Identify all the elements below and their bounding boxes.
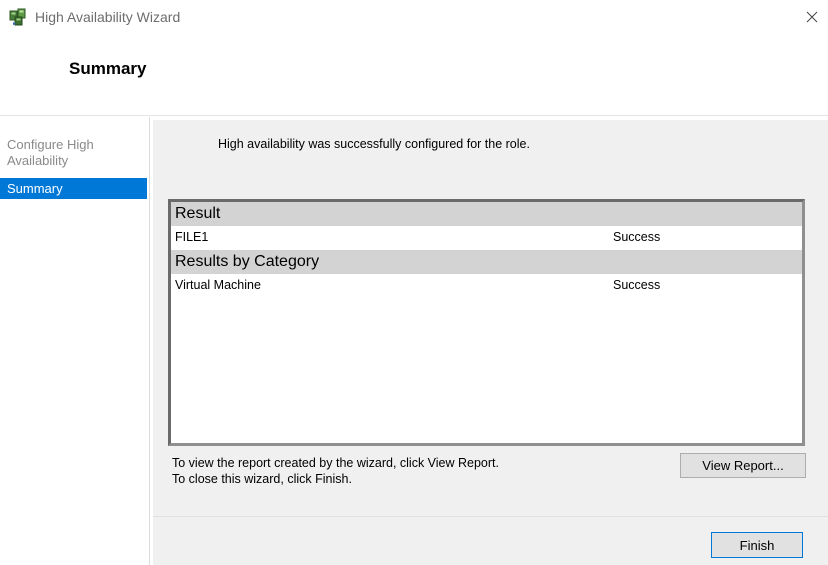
title-bar[interactable]: High Availability Wizard [0,0,828,34]
list-item[interactable]: Virtual Machine Success [171,274,802,296]
wizard-step-nav: Configure High Availability Summary [0,117,150,565]
nav-item-configure-high-availability[interactable]: Configure High Availability [0,137,110,169]
view-report-hint: To view the report created by the wizard… [172,456,499,470]
wizard-header: Summary [0,34,828,116]
view-report-button[interactable]: View Report... [680,453,806,478]
report-list[interactable]: Result FILE1 Success Results by Category… [168,199,805,446]
close-button[interactable] [800,6,824,28]
wizard-window: High Availability Wizard Summary Configu… [0,0,828,565]
finish-hint: To close this wizard, click Finish. [172,472,352,486]
success-message: High availability was successfully confi… [218,137,530,151]
item-name: FILE1 [175,230,209,244]
summary-content: High availability was successfully confi… [153,120,828,516]
item-status: Success [613,278,661,292]
close-icon [806,11,818,23]
group-header-results-by-category: Results by Category [171,250,802,274]
group-header-result: Result [171,202,802,226]
wizard-footer: Finish [153,516,828,565]
item-name: Virtual Machine [175,278,261,292]
window-title: High Availability Wizard [35,9,181,25]
item-status: Success [613,230,661,244]
page-title: Summary [69,59,147,78]
nav-item-summary[interactable]: Summary [0,178,147,199]
cluster-wizard-icon [9,8,27,26]
list-item[interactable]: FILE1 Success [171,226,802,248]
finish-button[interactable]: Finish [711,532,803,558]
